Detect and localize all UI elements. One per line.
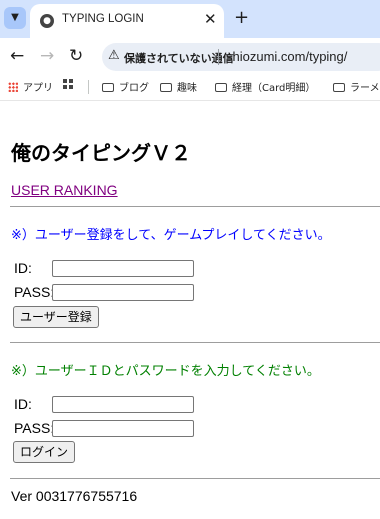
globe-icon: ● (40, 14, 54, 28)
tab-title: TYPING LOGIN (62, 13, 144, 25)
register-button[interactable]: ユーザー登録 (13, 306, 99, 328)
register-id-label: ID: (14, 260, 32, 276)
browser-toolbar: ← → ↻ ⚠ 保護されていない通信 shiozumi.com/typing/ (0, 38, 380, 74)
bookmark-blog[interactable]: ブログ (102, 79, 149, 94)
login-pass-label: PASS: (14, 420, 55, 436)
page-content: 俺のタイピングＶ２ USER RANKING ※）ユーザー登録をして、ゲームプレ… (0, 101, 380, 519)
login-pass-input[interactable] (52, 420, 194, 437)
login-id-input[interactable] (52, 396, 194, 413)
bookmark-label: ラーメン (350, 83, 380, 94)
bookmarks-bar: アプリ ブログ 趣味 経理（Card明細） ラーメン (0, 74, 380, 101)
address-bar[interactable]: ⚠ 保護されていない通信 shiozumi.com/typing/ (102, 43, 380, 71)
bookmark-divider (88, 80, 89, 94)
version-text: Ver 0031776755716 (11, 488, 138, 504)
bookmark-grid[interactable] (63, 79, 73, 91)
tab-strip: ▼ ● TYPING LOGIN ✕ + (0, 0, 380, 38)
bookmark-label: 趣味 (177, 83, 197, 94)
divider (10, 342, 380, 343)
register-pass-label: PASS: (14, 284, 55, 300)
folder-icon (102, 83, 114, 92)
back-arrow-icon[interactable]: ← (10, 46, 24, 66)
new-tab-plus-icon[interactable]: + (234, 8, 249, 28)
login-button[interactable]: ログイン (13, 441, 76, 463)
user-ranking-link[interactable]: USER RANKING (11, 182, 118, 198)
grid-icon (63, 79, 73, 89)
bookmark-hobby[interactable]: 趣味 (160, 79, 197, 94)
folder-icon (333, 83, 345, 92)
apps-icon (8, 82, 18, 92)
folder-icon (160, 83, 172, 92)
tab-search-chevron-icon[interactable]: ▼ (4, 7, 26, 29)
url-divider (218, 49, 219, 65)
divider (10, 206, 380, 207)
bookmark-label: ブログ (119, 83, 149, 94)
forward-arrow-icon[interactable]: → (40, 46, 54, 66)
bookmark-label: 経理（Card明細） (232, 83, 316, 94)
page-title: 俺のタイピングＶ２ (11, 141, 191, 165)
warning-triangle-icon[interactable]: ⚠ (108, 48, 120, 63)
bookmark-ramen[interactable]: ラーメン (333, 79, 380, 94)
register-instruction: ※）ユーザー登録をして、ゲームプレイしてください。 (11, 228, 331, 243)
close-icon[interactable]: ✕ (204, 10, 217, 28)
login-instruction: ※）ユーザーＩＤとパスワードを入力してください。 (11, 364, 320, 379)
bookmark-accounting[interactable]: 経理（Card明細） (215, 79, 315, 94)
reload-icon[interactable]: ↻ (69, 46, 83, 66)
browser-tab[interactable]: ● TYPING LOGIN ✕ (30, 4, 224, 38)
divider (10, 478, 380, 479)
folder-icon (215, 83, 227, 92)
login-id-label: ID: (14, 396, 32, 412)
bookmark-label: アプリ (23, 83, 53, 94)
url-text[interactable]: shiozumi.com/typing/ (226, 49, 347, 64)
register-id-input[interactable] (52, 260, 194, 277)
register-pass-input[interactable] (52, 284, 194, 301)
bookmark-apps[interactable]: アプリ (8, 79, 53, 94)
